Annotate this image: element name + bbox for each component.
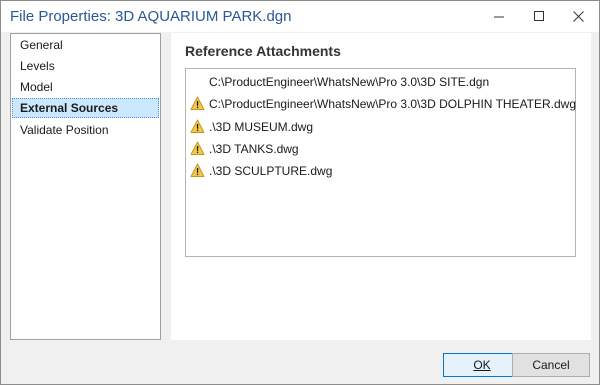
reference-path: C:\ProductEngineer\WhatsNew\Pro 3.0\3D S… <box>209 75 490 89</box>
cancel-button[interactable]: Cancel <box>512 353 590 377</box>
file-properties-dialog: File Properties: 3D AQUARIUM PARK.dgn Ge… <box>0 0 600 385</box>
title-bar[interactable]: File Properties: 3D AQUARIUM PARK.dgn <box>1 1 599 32</box>
list-item[interactable]: .\3D SCULPTURE.dwg <box>190 161 570 181</box>
close-button[interactable] <box>558 1 598 32</box>
warning-icon <box>190 119 205 134</box>
ok-button[interactable]: OK <box>443 353 521 377</box>
list-item[interactable]: .\3D TANKS.dwg <box>190 139 570 159</box>
sidebar-item-external-sources[interactable]: External Sources <box>12 98 159 118</box>
reference-path: .\3D SCULPTURE.dwg <box>209 164 333 178</box>
list-item[interactable]: C:\ProductEngineer\WhatsNew\Pro 3.0\3D S… <box>190 72 570 92</box>
dialog-title: File Properties: 3D AQUARIUM PARK.dgn <box>10 8 292 25</box>
reference-path: .\3D TANKS.dwg <box>209 142 299 156</box>
sidebar-item-general[interactable]: General <box>12 35 159 55</box>
maximize-icon <box>533 11 545 22</box>
external-sources-panel: Reference Attachments C:\ProductEngineer… <box>171 33 591 340</box>
dialog-body: General Levels Model External Sources Va… <box>1 32 599 384</box>
reference-attachments-list[interactable]: C:\ProductEngineer\WhatsNew\Pro 3.0\3D S… <box>185 68 576 257</box>
warning-icon <box>190 163 205 178</box>
section-heading: Reference Attachments <box>185 43 341 59</box>
sidebar-item-validate-position[interactable]: Validate Position <box>12 120 159 140</box>
warning-icon <box>190 141 205 156</box>
sidebar-item-levels[interactable]: Levels <box>12 56 159 76</box>
ok-label: OK <box>473 358 491 372</box>
list-item[interactable]: .\3D MUSEUM.dwg <box>190 117 570 137</box>
close-icon <box>572 11 584 22</box>
warning-icon <box>190 96 205 111</box>
reference-path: C:\ProductEngineer\WhatsNew\Pro 3.0\3D D… <box>209 97 577 111</box>
minimize-icon <box>493 11 505 22</box>
sidebar-item-model[interactable]: Model <box>12 77 159 97</box>
category-list: General Levels Model External Sources Va… <box>10 33 161 340</box>
maximize-button[interactable] <box>519 1 559 32</box>
reference-path: .\3D MUSEUM.dwg <box>209 120 314 134</box>
list-item[interactable]: C:\ProductEngineer\WhatsNew\Pro 3.0\3D D… <box>190 94 576 114</box>
minimize-button[interactable] <box>479 1 519 32</box>
